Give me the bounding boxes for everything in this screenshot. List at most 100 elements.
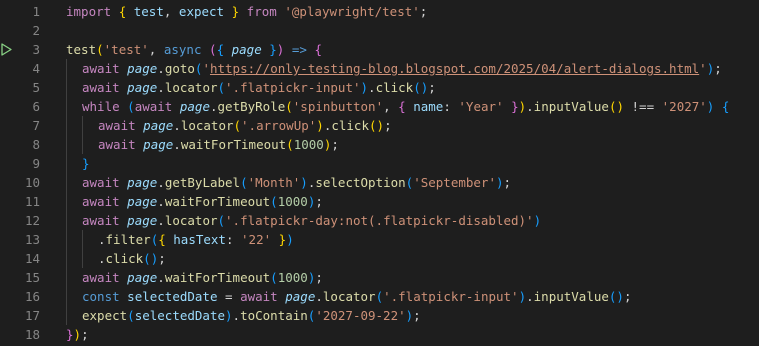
code-token[interactable]: https://only-testing-blog.blogspot.com/2… — [210, 61, 699, 76]
code-token: page — [127, 80, 158, 95]
code-text: await page.waitForTimeout(1000); — [82, 268, 323, 287]
code-token: click — [105, 251, 144, 266]
code-token: ; — [315, 194, 323, 209]
line-gutter: 5 — [0, 78, 58, 97]
code-line[interactable]: 16 const selectedDate = await page.locato… — [0, 287, 759, 306]
code-editor[interactable]: 1 import { test, expect } from '@playwrig… — [0, 2, 759, 346]
code-line[interactable]: 13 .filter({ hasText: '22' }) — [0, 230, 759, 249]
code-line[interactable]: 4 await page.goto('https://only-testing-b… — [0, 59, 759, 78]
line-number: 16 — [24, 289, 40, 304]
code-token: ; — [81, 327, 89, 342]
code-line[interactable]: 15 await page.waitForTimeout(1000); — [0, 268, 759, 287]
code-token: ) — [286, 232, 294, 247]
code-token: , — [148, 42, 164, 57]
code-token: { — [314, 42, 322, 57]
line-number: 13 — [24, 232, 40, 247]
run-test-icon[interactable] — [1, 43, 12, 56]
code-token: . — [157, 194, 165, 209]
code-token: page — [285, 289, 316, 304]
code-token: ) — [225, 308, 233, 323]
code-token: ( — [286, 137, 294, 152]
code-token: . — [232, 308, 241, 323]
code-text: }); — [66, 325, 89, 344]
code-token: locator — [164, 80, 218, 95]
code-token: getByRole — [217, 99, 286, 114]
code-line[interactable]: 12 await page.locator('.flatpickr-day:not… — [0, 211, 759, 230]
code-line[interactable]: 5 await page.locator('.flatpickr-input').… — [0, 78, 759, 97]
code-token: locator — [322, 289, 376, 304]
code-token: { — [721, 99, 730, 114]
code-token: await — [98, 137, 136, 152]
line-gutter: 2 — [0, 21, 58, 40]
line-number: 17 — [24, 308, 40, 323]
code-token: ) — [518, 99, 527, 114]
code-token: await — [82, 270, 120, 285]
code-token: 1000 — [293, 137, 324, 152]
code-token: . — [157, 80, 165, 95]
code-token: await — [82, 175, 120, 190]
code-token: inputValue — [533, 289, 609, 304]
code-token: page — [127, 175, 158, 190]
line-number: 15 — [24, 270, 40, 285]
code-token: ( — [217, 213, 226, 228]
indent-guide — [82, 230, 83, 249]
code-token: . — [209, 99, 218, 114]
line-number: 3 — [32, 42, 40, 57]
code-token: { — [398, 99, 406, 114]
code-token: ( — [233, 118, 242, 133]
code-token: '.arrowUp' — [241, 118, 317, 133]
code-token: '.flatpickr-day:not(.flatpickr-disabled)… — [225, 213, 534, 228]
code-text: .click(); — [98, 249, 166, 268]
code-token: . — [157, 175, 165, 190]
code-text: while (await page.getByRole('spinbutton'… — [82, 97, 729, 116]
code-text: .filter({ hasText: '22' }) — [98, 230, 294, 249]
code-token: , — [163, 4, 179, 19]
code-token: ; — [158, 251, 166, 266]
code-token: 'Year' — [458, 99, 504, 114]
line-number: 7 — [32, 118, 40, 133]
code-token: . — [173, 118, 181, 133]
code-token: selectedDate — [127, 289, 218, 304]
line-number: 4 — [32, 61, 40, 76]
code-line[interactable]: 17 expect(selectedDate).toContain('2027-0… — [0, 306, 759, 325]
code-line[interactable]: 14 .click(); — [0, 249, 759, 268]
code-token: { — [216, 42, 225, 57]
code-token: = — [225, 289, 233, 304]
code-token: ; — [413, 308, 421, 323]
code-token: () — [143, 251, 159, 266]
code-token: , — [383, 99, 399, 114]
code-line[interactable]: 6 while (await page.getByRole('spinbutton… — [0, 97, 759, 116]
code-line[interactable]: 3 test('test', async ({ page }) => { — [0, 40, 759, 59]
code-line[interactable]: 11 await page.waitForTimeout(1000); — [0, 192, 759, 211]
code-token: . — [157, 61, 165, 76]
code-token: 1000 — [277, 270, 308, 285]
code-line[interactable]: 1 import { test, expect } from '@playwrig… — [0, 2, 759, 21]
code-token: waitForTimeout — [164, 270, 271, 285]
code-token: ) — [518, 289, 527, 304]
code-token: ( — [270, 270, 278, 285]
code-token: page — [127, 270, 158, 285]
code-line[interactable]: 10 await page.getByLabel('Month').selectO… — [0, 173, 759, 192]
code-token: await — [82, 61, 120, 76]
code-line[interactable]: 9} — [0, 154, 759, 173]
code-line[interactable]: 8 await page.waitForTimeout(1000); — [0, 135, 759, 154]
code-token: page — [127, 213, 158, 228]
code-line[interactable]: 7 await page.locator('.arrowUp').click(); — [0, 116, 759, 135]
code-token: click — [375, 80, 414, 95]
code-line[interactable]: 18}); — [0, 325, 759, 344]
line-gutter: 18 — [0, 325, 58, 344]
code-token: 'spinbutton' — [292, 99, 384, 114]
code-token: ; — [623, 289, 632, 304]
line-gutter: 6 — [0, 97, 58, 116]
code-line[interactable]: 2 — [0, 21, 759, 40]
code-token: name — [413, 99, 444, 114]
code-token: ) — [73, 327, 82, 342]
code-token: . — [526, 289, 534, 304]
line-number: 9 — [32, 156, 40, 171]
code-token: ; — [503, 175, 512, 190]
code-text: await page.getByLabel('Month').selectOpt… — [82, 173, 511, 192]
code-token: ; — [384, 118, 392, 133]
